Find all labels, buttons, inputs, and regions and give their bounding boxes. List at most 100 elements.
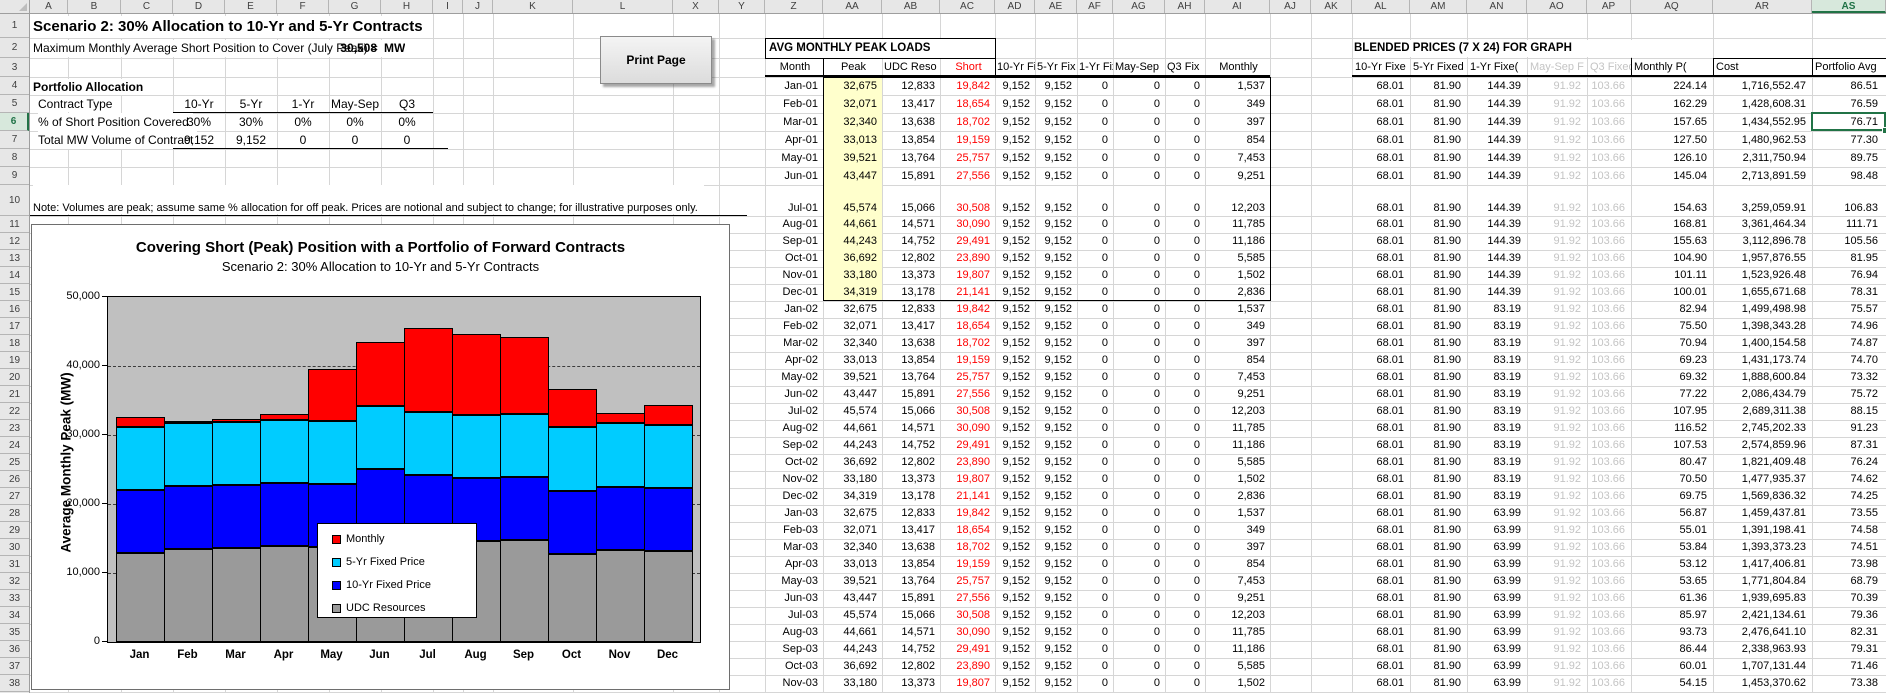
legend-item[interactable]: 5-Yr Fixed Price <box>332 556 425 568</box>
column-header-G[interactable]: G <box>329 0 381 13</box>
row-header-2[interactable]: 2 <box>0 38 29 58</box>
bar-segment-5-yr-fixed-price[interactable] <box>644 425 693 488</box>
blended-cell[interactable]: 91.92 <box>1527 454 1587 471</box>
avg-cell[interactable]: 0 <box>1165 77 1205 95</box>
avg-header-AC[interactable]: Short <box>940 58 995 77</box>
avg-cell[interactable]: 0 <box>1165 403 1205 420</box>
blended-cell[interactable]: 73.55 <box>1812 505 1886 522</box>
avg-cell[interactable]: 0 <box>1113 185 1165 216</box>
avg-cell[interactable]: 0 <box>1165 131 1205 149</box>
allocation-value-cell[interactable]: 30% <box>173 113 225 131</box>
avg-cell[interactable]: 19,807 <box>940 471 995 488</box>
blended-cell[interactable]: 1,391,198.41 <box>1713 522 1812 539</box>
contract-type-header[interactable]: May-Sep <box>329 95 381 113</box>
blended-cell[interactable]: 81.90 <box>1410 267 1467 284</box>
avg-cell[interactable]: 0 <box>1165 454 1205 471</box>
avg-month-cell[interactable]: Jan-02 <box>765 301 823 318</box>
blended-cell[interactable]: 93.73 <box>1631 624 1713 641</box>
blended-cell[interactable]: 81.90 <box>1410 403 1467 420</box>
avg-cell[interactable]: 13,417 <box>882 318 940 335</box>
blended-cell[interactable]: 81.90 <box>1410 233 1467 250</box>
blended-cell[interactable]: 81.90 <box>1410 352 1467 369</box>
blended-cell[interactable]: 81.95 <box>1812 250 1886 267</box>
blended-cell[interactable]: 81.90 <box>1410 284 1467 301</box>
avg-cell[interactable]: 9,152 <box>1035 167 1077 185</box>
blended-cell[interactable]: 104.90 <box>1631 250 1713 267</box>
avg-cell[interactable]: 9,251 <box>1205 590 1270 607</box>
blended-cell[interactable]: 68.01 <box>1352 573 1410 590</box>
blended-cell[interactable]: 70.39 <box>1812 590 1886 607</box>
avg-cell[interactable]: 13,178 <box>882 284 940 301</box>
column-header-AN[interactable]: AN <box>1467 0 1527 13</box>
blended-cell[interactable]: 91.92 <box>1527 590 1587 607</box>
avg-cell[interactable]: 14,752 <box>882 641 940 658</box>
avg-cell[interactable]: 1,502 <box>1205 675 1270 692</box>
blended-cell[interactable]: 74.96 <box>1812 318 1886 335</box>
avg-cell[interactable]: 0 <box>1165 335 1205 352</box>
blended-cell[interactable]: 75.72 <box>1812 386 1886 403</box>
avg-cell[interactable]: 25,757 <box>940 149 995 167</box>
bar-segment-5-yr-fixed-price[interactable] <box>164 423 213 486</box>
avg-cell[interactable]: 45,574 <box>823 403 882 420</box>
avg-cell[interactable]: 12,203 <box>1205 607 1270 624</box>
row-header-37[interactable]: 37 <box>0 658 29 675</box>
avg-cell[interactable]: 13,638 <box>882 335 940 352</box>
avg-cell[interactable]: 30,090 <box>940 420 995 437</box>
bar-segment-monthly[interactable] <box>596 413 645 423</box>
avg-cell[interactable]: 44,243 <box>823 233 882 250</box>
blended-cell[interactable]: 103.66 <box>1587 250 1631 267</box>
row-header-8[interactable]: 8 <box>0 149 29 167</box>
blended-cell[interactable]: 1,655,671.68 <box>1713 284 1812 301</box>
blended-cell[interactable]: 2,311,750.94 <box>1713 149 1812 167</box>
avg-cell[interactable]: 0 <box>1113 590 1165 607</box>
avg-cell[interactable]: 9,152 <box>995 420 1035 437</box>
blended-cell[interactable]: 103.66 <box>1587 556 1631 573</box>
blended-cell[interactable]: 103.66 <box>1587 301 1631 318</box>
avg-cell[interactable]: 33,180 <box>823 675 882 692</box>
blended-cell[interactable]: 91.92 <box>1527 420 1587 437</box>
blended-cell[interactable]: 127.50 <box>1631 131 1713 149</box>
avg-cell[interactable]: 0 <box>1077 403 1113 420</box>
avg-cell[interactable]: 9,152 <box>1035 624 1077 641</box>
row-header-7[interactable]: 7 <box>0 131 29 149</box>
blended-cell[interactable]: 2,745,202.33 <box>1713 420 1812 437</box>
avg-cell[interactable]: 0 <box>1113 369 1165 386</box>
row-header-10[interactable]: 10 <box>0 185 29 216</box>
blended-cell[interactable]: 91.92 <box>1527 641 1587 658</box>
blended-cell[interactable]: 144.39 <box>1467 284 1527 301</box>
avg-cell[interactable]: 44,661 <box>823 420 882 437</box>
avg-cell[interactable]: 13,638 <box>882 539 940 556</box>
blended-cell[interactable]: 70.94 <box>1631 335 1713 352</box>
avg-cell[interactable]: 34,319 <box>823 488 882 505</box>
avg-cell[interactable]: 45,574 <box>823 607 882 624</box>
avg-cell[interactable]: 0 <box>1165 216 1205 233</box>
avg-cell[interactable]: 14,752 <box>882 437 940 454</box>
avg-cell[interactable]: 0 <box>1077 556 1113 573</box>
blended-cell[interactable]: 63.99 <box>1467 556 1527 573</box>
blended-cell[interactable]: 103.66 <box>1587 131 1631 149</box>
row-header-32[interactable]: 32 <box>0 573 29 590</box>
blended-cell[interactable]: 144.39 <box>1467 95 1527 113</box>
avg-month-cell[interactable]: Jul-02 <box>765 403 823 420</box>
blended-cell[interactable]: 116.52 <box>1631 420 1713 437</box>
avg-cell[interactable]: 9,152 <box>995 573 1035 590</box>
avg-cell[interactable]: 12,802 <box>882 250 940 267</box>
blended-cell[interactable]: 88.15 <box>1812 403 1886 420</box>
blended-cell[interactable]: 91.92 <box>1527 573 1587 590</box>
column-header-AP[interactable]: AP <box>1587 0 1631 13</box>
row-header-3[interactable]: 3 <box>0 58 29 77</box>
avg-cell[interactable]: 21,141 <box>940 488 995 505</box>
bar-segment-5-yr-fixed-price[interactable] <box>596 423 645 486</box>
bar-segment-udc-resources[interactable] <box>548 554 597 642</box>
avg-cell[interactable]: 397 <box>1205 113 1270 131</box>
avg-cell[interactable]: 349 <box>1205 522 1270 539</box>
avg-header-AI[interactable]: Monthly <box>1205 58 1270 77</box>
blended-cell[interactable]: 81.90 <box>1410 167 1467 185</box>
blended-cell[interactable]: 78.31 <box>1812 284 1886 301</box>
avg-cell[interactable]: 0 <box>1077 369 1113 386</box>
avg-cell[interactable]: 44,661 <box>823 216 882 233</box>
blended-cell[interactable]: 75.57 <box>1812 301 1886 318</box>
bar-segment-10-yr-fixed-price[interactable] <box>164 486 213 549</box>
blended-cell[interactable]: 103.66 <box>1587 386 1631 403</box>
avg-cell[interactable]: 0 <box>1165 95 1205 113</box>
